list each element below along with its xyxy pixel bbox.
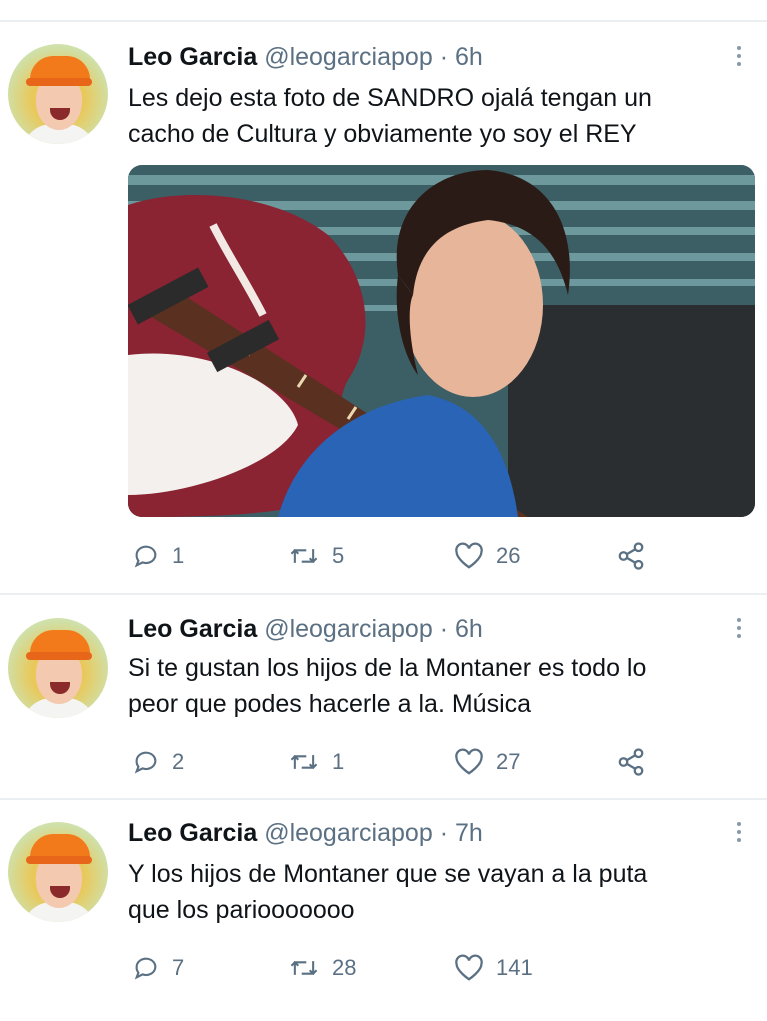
tweet-time[interactable]: · 7h [440, 819, 483, 847]
like-icon [455, 542, 483, 569]
reply-button[interactable]: 1 [132, 538, 184, 574]
like-icon [455, 748, 483, 775]
tweet-time[interactable]: · 6h [440, 43, 483, 71]
tweet-actions: 2 1 27 [128, 744, 748, 780]
like-button[interactable]: 141 [454, 950, 533, 986]
avatar[interactable] [8, 618, 108, 718]
tweet-header: Leo Garcia @leogarciapop · 6h [128, 614, 483, 644]
share-button[interactable] [616, 744, 646, 780]
retweet-icon [290, 754, 318, 770]
retweet-count: 1 [332, 749, 345, 774]
tweet-text-line: cacho de Cultura y obviamente yo soy el … [128, 120, 637, 148]
tweet-text-line: peor que podes hacerle a la. Música [128, 690, 532, 718]
reply-button[interactable]: 2 [132, 744, 184, 780]
reply-button[interactable]: 7 [132, 950, 184, 986]
like-count: 26 [496, 543, 521, 568]
tweet-text-line: que los pariooooooo [128, 896, 355, 924]
more-options-icon[interactable] [733, 618, 745, 642]
user-name[interactable]: Leo Garcia [128, 43, 257, 71]
reply-icon [134, 751, 157, 774]
tweet-actions: 7 28 141 [128, 950, 748, 986]
reply-count: 7 [172, 955, 185, 980]
share-icon [618, 542, 644, 570]
tweet-3[interactable]: Leo Garcia @leogarciapop · 7h Y los hijo… [0, 800, 767, 1021]
retweet-count: 5 [332, 543, 345, 568]
tweet-text: Y los hijos de Montaner que se vayan a l… [128, 856, 748, 928]
retweet-button[interactable]: 5 [288, 538, 344, 574]
user-handle[interactable]: @leogarciapop [264, 43, 433, 71]
tweet-text: Si te gustan los hijos de la Montaner es… [128, 650, 748, 722]
user-handle[interactable]: @leogarciapop [264, 615, 433, 643]
retweet-button[interactable]: 28 [288, 950, 356, 986]
user-name[interactable]: Leo Garcia [128, 615, 257, 643]
like-icon [455, 954, 483, 981]
reply-icon [134, 545, 157, 568]
reply-icon [134, 957, 157, 980]
reply-count: 1 [172, 543, 185, 568]
photo-image [128, 165, 755, 517]
tweet-header: Leo Garcia @leogarciapop · 7h [128, 818, 483, 848]
like-button[interactable]: 27 [454, 744, 520, 780]
share-icon [618, 748, 644, 776]
retweet-button[interactable]: 1 [288, 744, 344, 780]
tweet-actions: 1 5 26 [128, 538, 748, 574]
retweet-icon [290, 960, 318, 976]
tweet-text: Les dejo esta foto de SANDRO ojalá tenga… [128, 80, 748, 152]
more-options-icon[interactable] [733, 822, 745, 846]
retweet-count: 28 [332, 955, 357, 980]
more-options-icon[interactable] [733, 46, 745, 70]
like-button[interactable]: 26 [454, 538, 520, 574]
reply-count: 2 [172, 749, 185, 774]
user-handle[interactable]: @leogarciapop [264, 819, 433, 847]
tweet-header: Leo Garcia @leogarciapop · 6h [128, 42, 483, 72]
tweet-text-line: Y los hijos de Montaner que se vayan a l… [128, 860, 648, 888]
avatar[interactable] [8, 44, 108, 144]
retweet-icon [290, 548, 318, 564]
divider [0, 593, 767, 595]
like-count: 141 [496, 955, 533, 980]
tweet-2[interactable]: Leo Garcia @leogarciapop · 6h Si te gust… [0, 596, 767, 796]
tweet-text-line: Si te gustan los hijos de la Montaner es… [128, 654, 647, 682]
tweet-photo[interactable] [128, 165, 755, 517]
user-name[interactable]: Leo Garcia [128, 819, 257, 847]
like-count: 27 [496, 749, 521, 774]
avatar[interactable] [8, 822, 108, 922]
tweet-1[interactable]: Leo Garcia @leogarciapop · 6h Les dejo e… [0, 0, 767, 590]
tweet-text-line: Les dejo esta foto de SANDRO ojalá tenga… [128, 84, 652, 112]
tweet-time[interactable]: · 6h [440, 615, 483, 643]
share-button[interactable] [616, 538, 646, 574]
